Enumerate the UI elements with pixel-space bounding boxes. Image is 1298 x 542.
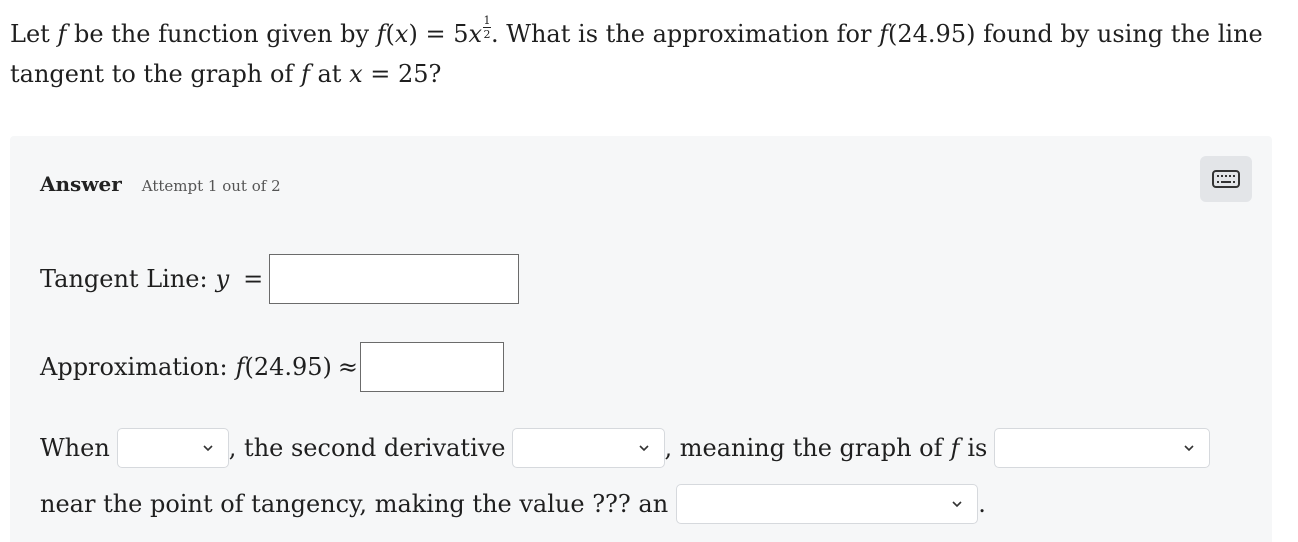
math-x-2: x bbox=[349, 60, 363, 88]
answer-title: Answer bbox=[40, 172, 122, 196]
question-be-function: be the function given by bbox=[73, 20, 369, 48]
math-f-3: f bbox=[300, 60, 310, 88]
second-derivative-dropdown[interactable] bbox=[511, 428, 665, 468]
math-fx: f bbox=[376, 20, 386, 48]
math-coefficient: 5 bbox=[453, 20, 469, 48]
math-f-approx: f bbox=[235, 353, 245, 381]
tangent-line-row: Tangent Line: y = bbox=[40, 254, 520, 304]
math-equals-2: = bbox=[370, 60, 391, 88]
math-equals: = bbox=[425, 20, 446, 48]
approximation-label: Approximation: bbox=[40, 353, 228, 381]
math-y: y bbox=[215, 265, 230, 293]
math-approx-arg: (24.95) bbox=[244, 353, 332, 381]
math-f-2: f bbox=[879, 20, 888, 48]
sentence-near: near the point of tangency, making the v… bbox=[40, 490, 669, 518]
sentence-period: . bbox=[978, 490, 986, 518]
answer-header: Answer Attempt 1 out of 2 bbox=[40, 172, 281, 196]
exponent-denominator: 2 bbox=[483, 28, 491, 41]
keyboard-button[interactable] bbox=[1200, 156, 1252, 202]
chevron-down-icon bbox=[1184, 445, 1194, 452]
math-equals-tangent: = bbox=[243, 265, 264, 293]
tangent-label: Tangent Line: bbox=[40, 265, 208, 293]
math-arg: 24.95 bbox=[897, 20, 967, 48]
question-at: at bbox=[317, 60, 342, 88]
approximation-row: Approximation: f (24.95) ≈ bbox=[40, 342, 505, 392]
sentence-row-2: near the point of tangency, making the v… bbox=[40, 484, 986, 524]
sentence-row-1: When , the second derivative , meaning t… bbox=[40, 428, 1211, 468]
sentence-meaning: , meaning the graph of bbox=[664, 434, 943, 462]
math-x-value: 25? bbox=[398, 60, 442, 88]
chevron-down-icon bbox=[203, 445, 213, 452]
keyboard-icon bbox=[1212, 170, 1240, 188]
chevron-down-icon bbox=[952, 501, 962, 508]
estimate-dropdown[interactable] bbox=[676, 484, 979, 524]
sentence-is: is bbox=[967, 434, 988, 462]
approximation-input[interactable] bbox=[360, 342, 505, 392]
question-let: Let bbox=[10, 20, 50, 48]
when-dropdown[interactable] bbox=[116, 428, 229, 468]
math-x: x bbox=[394, 20, 409, 48]
math-f-sentence: f bbox=[950, 434, 960, 462]
exponent-fraction: 12 bbox=[483, 14, 492, 41]
math-x-base: x bbox=[468, 20, 483, 48]
tangent-line-input[interactable] bbox=[269, 254, 520, 304]
math-approx-symbol: ≈ bbox=[337, 353, 359, 381]
sentence-second-derivative: , the second derivative bbox=[228, 434, 506, 462]
attempt-counter: Attempt 1 out of 2 bbox=[141, 177, 281, 195]
exponent-numerator: 1 bbox=[483, 14, 491, 27]
question-what-is: . What is the approximation for bbox=[491, 20, 872, 48]
concavity-dropdown[interactable] bbox=[994, 428, 1211, 468]
chevron-down-icon bbox=[638, 445, 649, 452]
answer-panel: Answer Attempt 1 out of 2 Tangent Line: … bbox=[10, 136, 1272, 542]
question-text: Let f be the function given by f(x) = 5x… bbox=[10, 14, 1263, 88]
sentence-when: When bbox=[40, 434, 110, 462]
math-f: f bbox=[57, 20, 67, 48]
